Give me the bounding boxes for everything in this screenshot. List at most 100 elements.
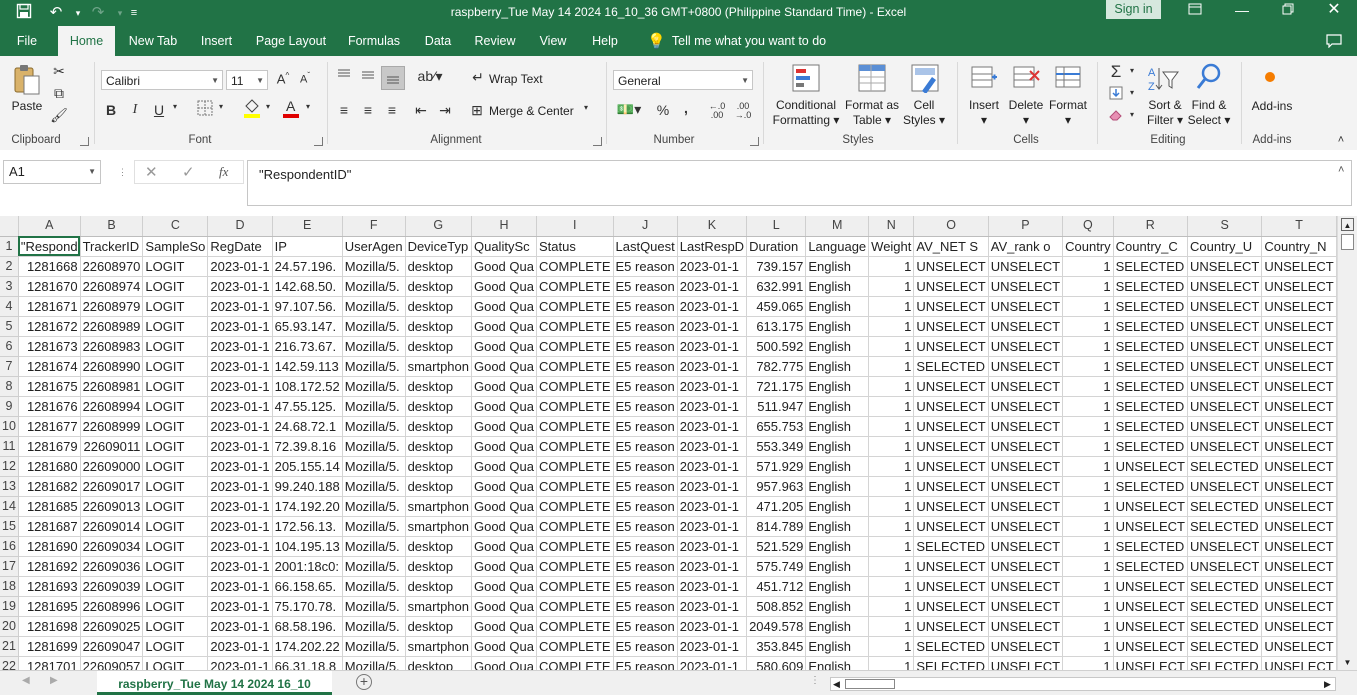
increase-decimal-icon[interactable]: ←.0.00 [706, 102, 728, 120]
cell[interactable]: desktop [405, 656, 472, 670]
cell[interactable]: Good Qua [471, 556, 537, 577]
cell[interactable]: LOGIT [142, 556, 209, 577]
cell[interactable]: SELECTED [1187, 636, 1263, 657]
cell[interactable]: 1 [1062, 256, 1114, 277]
cell[interactable]: 2023-01-1 [207, 656, 273, 670]
cell[interactable]: 1 [1062, 476, 1114, 497]
cell[interactable]: UNSELECT [1261, 496, 1337, 517]
cell[interactable]: Good Qua [471, 656, 537, 670]
format-button[interactable]: Format ▾ [1045, 98, 1091, 128]
cell[interactable]: 2023-01-1 [677, 436, 748, 457]
restore-icon[interactable] [1265, 0, 1311, 22]
cell[interactable]: LOGIT [142, 316, 209, 337]
cell[interactable]: 97.107.56. [272, 296, 343, 317]
align-center-icon[interactable]: ≡ [360, 102, 376, 118]
cell[interactable]: 1 [868, 396, 915, 417]
row-header[interactable]: 2 [0, 256, 19, 277]
tab-home[interactable]: Home [58, 26, 115, 56]
cell[interactable]: desktop [405, 276, 472, 297]
cell[interactable]: COMPLETE [536, 496, 614, 517]
cell[interactable]: 205.155.14 [272, 456, 343, 477]
cell[interactable]: 613.175 [746, 316, 807, 337]
cell[interactable]: 1281676 [18, 396, 81, 417]
row-header[interactable]: 7 [0, 356, 19, 377]
cell[interactable]: 1281687 [18, 516, 81, 537]
cell[interactable]: 22608989 [80, 316, 144, 337]
scroll-down-icon[interactable]: ▼ [1341, 656, 1354, 669]
font-name-combo[interactable]: Calibri ▼ [101, 70, 223, 90]
cell[interactable]: 1 [868, 296, 915, 317]
cell[interactable]: Mozilla/5. [342, 476, 406, 497]
cell[interactable]: desktop [405, 476, 472, 497]
scroll-up-icon[interactable]: ▲ [1341, 218, 1354, 231]
cell[interactable]: UNSELECT [1261, 596, 1337, 617]
cell[interactable]: E5 reason [613, 456, 678, 477]
cell[interactable]: COMPLETE [536, 656, 614, 670]
merge-center-button[interactable]: Merge & Center [489, 104, 579, 119]
cell[interactable]: 2023-01-1 [207, 416, 273, 437]
find-select-icon[interactable] [1194, 62, 1224, 94]
cell[interactable]: UNSELECT [1261, 456, 1337, 477]
paste-button[interactable]: Paste [8, 99, 46, 114]
cell[interactable]: 2023-01-1 [677, 256, 748, 277]
cell[interactable]: UNSELECT [913, 616, 989, 637]
cell[interactable]: Mozilla/5. [342, 416, 406, 437]
align-left-icon[interactable]: ≡ [336, 102, 352, 118]
cell[interactable]: SELECTED [1113, 356, 1189, 377]
cell[interactable]: 2023-01-1 [677, 316, 748, 337]
cell[interactable]: UserAgen [342, 236, 406, 257]
cell[interactable]: 22609017 [80, 476, 144, 497]
cell[interactable]: 2023-01-1 [207, 476, 273, 497]
cell[interactable]: 2023-01-1 [207, 296, 273, 317]
cell[interactable]: UNSELECT [1261, 516, 1337, 537]
cell[interactable]: UNSELECT [1113, 636, 1189, 657]
percent-style-icon[interactable]: % [655, 102, 671, 118]
cell[interactable]: UNSELECT [1261, 296, 1337, 317]
cell[interactable]: Mozilla/5. [342, 536, 406, 557]
cell[interactable]: SELECTED [1113, 276, 1189, 297]
cell[interactable]: UNSELECT [988, 376, 1064, 397]
cell[interactable]: 2023-01-1 [677, 356, 748, 377]
merge-center-icon[interactable]: ⊞ [468, 102, 486, 119]
fill-dropdown-icon[interactable]: ▾ [1127, 88, 1137, 97]
cell[interactable]: 1 [868, 416, 915, 437]
cell[interactable]: UNSELECT [988, 576, 1064, 597]
cell[interactable]: UNSELECT [988, 656, 1064, 670]
cell[interactable]: UNSELECT [988, 456, 1064, 477]
column-header[interactable]: B [80, 216, 144, 237]
cell[interactable]: desktop [405, 556, 472, 577]
cell[interactable]: RegDate [207, 236, 273, 257]
format-as-table-icon[interactable] [856, 63, 888, 95]
cell[interactable]: SELECTED [1113, 376, 1189, 397]
cell[interactable]: 1 [868, 356, 915, 377]
delete-cells-icon[interactable] [1011, 63, 1041, 95]
cell[interactable]: 1281671 [18, 296, 81, 317]
cell[interactable]: SELECTED [1187, 656, 1263, 670]
cell[interactable]: UNSELECT [1187, 376, 1263, 397]
tab-help[interactable]: Help [584, 26, 626, 56]
cell[interactable]: E5 reason [613, 576, 678, 597]
cell[interactable]: 1 [868, 476, 915, 497]
cell[interactable]: English [805, 396, 870, 417]
cell[interactable]: 1 [1062, 596, 1114, 617]
cell[interactable]: 2023-01-1 [207, 276, 273, 297]
cell[interactable]: UNSELECT [913, 456, 989, 477]
cancel-entry-icon[interactable]: ✕ [145, 163, 158, 181]
font-color-dropdown-icon[interactable]: ▾ [303, 102, 313, 111]
sign-in-button[interactable]: Sign in [1106, 0, 1161, 19]
cell[interactable]: 1281698 [18, 616, 81, 637]
cell[interactable]: smartphon [405, 356, 472, 377]
cell[interactable]: 1 [868, 436, 915, 457]
cell[interactable]: UNSELECT [913, 496, 989, 517]
cell[interactable]: 174.192.20 [272, 496, 343, 517]
cell[interactable]: SELECTED [1187, 616, 1263, 637]
cell[interactable]: 22608970 [80, 256, 144, 277]
cell[interactable]: UNSELECT [1113, 656, 1189, 670]
cell[interactable]: desktop [405, 396, 472, 417]
cell[interactable]: E5 reason [613, 416, 678, 437]
cell[interactable]: Mozilla/5. [342, 356, 406, 377]
cell[interactable]: 2023-01-1 [207, 496, 273, 517]
cell[interactable]: UNSELECT [1187, 336, 1263, 357]
cell[interactable]: UNSELECT [1187, 476, 1263, 497]
cell[interactable]: UNSELECT [988, 596, 1064, 617]
